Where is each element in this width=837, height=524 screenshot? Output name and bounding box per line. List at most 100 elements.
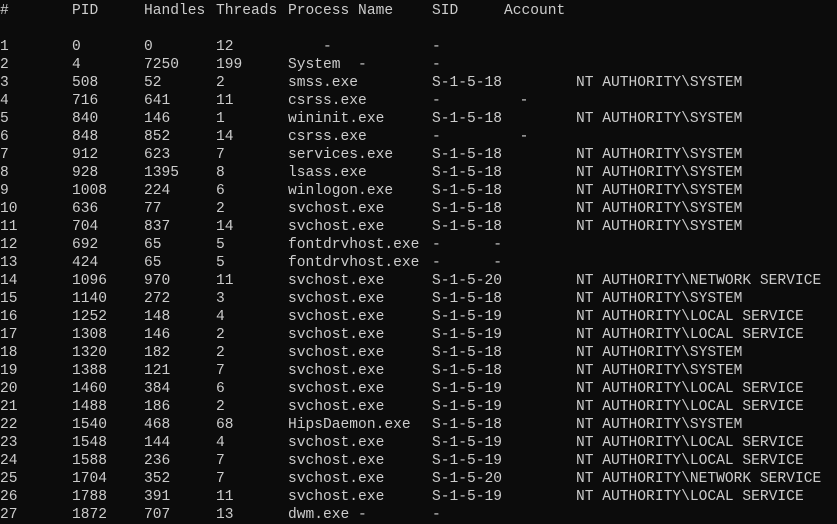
row-num: 18: [0, 345, 18, 361]
row-process-name: svchost.exe: [288, 363, 385, 379]
row-num: 1: [0, 39, 9, 55]
row-pid: 1488: [72, 399, 108, 415]
table-row: 1 0 0 12 - -: [0, 38, 837, 56]
table-row: 24 1588 236 7 svchost.exe S-1-5-19 NT AUTHORIT…: [0, 452, 837, 470]
row-threads: 4: [216, 309, 225, 325]
table-row: 9 1008 224 6 winlogon.exe S-1-5-18 NT AUTHORIT…: [0, 182, 837, 200]
row-num: 22: [0, 417, 18, 433]
row-handles: 65: [144, 237, 162, 253]
row-pid: 1320: [72, 345, 108, 361]
row-handles: 837: [144, 219, 171, 235]
row-account: NT AUTHORITY\LOCAL SERVICE: [576, 453, 804, 469]
row-handles: 623: [144, 147, 171, 163]
row-handles: 224: [144, 183, 171, 199]
header-account: Account: [504, 3, 566, 19]
row-process-name: svchost.exe: [288, 471, 385, 487]
row-process-name: svchost.exe: [288, 399, 385, 415]
table-row: 12 692 65 5 fontdrvhost.exe - -: [0, 236, 837, 254]
row-threads: 2: [216, 327, 225, 343]
row-sid: S-1-5-18: [432, 363, 503, 379]
row-process-name: svchost.exe: [288, 309, 385, 325]
row-pid: 636: [72, 201, 99, 217]
row-num: 21: [0, 399, 18, 415]
row-sid: S-1-5-18: [432, 417, 503, 433]
row-pid: 1872: [72, 507, 108, 523]
row-sid: - -: [432, 129, 529, 145]
row-pid: 912: [72, 147, 99, 163]
row-sid: S-1-5-20: [432, 471, 503, 487]
row-threads: 7: [216, 363, 225, 379]
row-threads: 11: [216, 273, 234, 289]
row-process-name: svchost.exe: [288, 291, 385, 307]
row-handles: 272: [144, 291, 171, 307]
row-threads: 13: [216, 507, 234, 523]
row-handles: 146: [144, 111, 171, 127]
row-account: NT AUTHORITY\LOCAL SERVICE: [576, 309, 804, 325]
row-handles: 77: [144, 201, 162, 217]
row-process-name: svchost.exe: [288, 327, 385, 343]
row-account: NT AUTHORITY\SYSTEM: [576, 291, 743, 307]
row-pid: 1704: [72, 471, 108, 487]
row-process-name: winlogon.exe: [288, 183, 394, 199]
row-num: 20: [0, 381, 18, 397]
row-handles: 970: [144, 273, 171, 289]
row-handles: 391: [144, 489, 171, 505]
header-process-name: Process Name: [288, 3, 394, 19]
row-threads: 11: [216, 489, 234, 505]
row-num: 16: [0, 309, 18, 325]
row-pid: 928: [72, 165, 99, 181]
row-threads: 199: [216, 57, 243, 73]
row-pid: 1788: [72, 489, 108, 505]
row-threads: 8: [216, 165, 225, 181]
row-num: 23: [0, 435, 18, 451]
row-sid: S-1-5-18: [432, 291, 503, 307]
row-sid: S-1-5-19: [432, 399, 503, 415]
row-threads: 7: [216, 453, 225, 469]
row-handles: 121: [144, 363, 171, 379]
row-process-name: dwm.exe -: [288, 507, 367, 523]
row-threads: 7: [216, 471, 225, 487]
row-process-name: svchost.exe: [288, 201, 385, 217]
console-window[interactable]: # PID Handles Threads Process Name SID A…: [0, 0, 837, 523]
table-row: 5 840 146 1 wininit.exe S-1-5-18 NT AUTHORITY\…: [0, 110, 837, 128]
table-row: 23 1548 144 4 svchost.exe S-1-5-19 NT AUTHORIT…: [0, 434, 837, 452]
row-num: 3: [0, 75, 9, 91]
row-pid: 1008: [72, 183, 108, 199]
row-sid: S-1-5-18: [432, 345, 503, 361]
row-account: NT AUTHORITY\LOCAL SERVICE: [576, 381, 804, 397]
table-row: 26 1788 391 11 svchost.exe S-1-5-19 NT AUTHORI…: [0, 488, 837, 506]
row-process-name: csrss.exe: [288, 129, 367, 145]
row-process-name: svchost.exe: [288, 489, 385, 505]
row-account: NT AUTHORITY\LOCAL SERVICE: [576, 399, 804, 415]
row-threads: 3: [216, 291, 225, 307]
row-process-name: fontdrvhost.exe: [288, 237, 420, 253]
row-process-name: svchost.exe: [288, 219, 385, 235]
row-sid: S-1-5-18: [432, 201, 503, 217]
row-num: 7: [0, 147, 9, 163]
row-pid: 1096: [72, 273, 108, 289]
row-handles: 52: [144, 75, 162, 91]
row-threads: 5: [216, 237, 225, 253]
row-account: NT AUTHORITY\SYSTEM: [576, 219, 743, 235]
row-handles: 7250: [144, 57, 180, 73]
row-process-name: HipsDaemon.exe: [288, 417, 411, 433]
row-sid: S-1-5-19: [432, 489, 503, 505]
row-handles: 182: [144, 345, 171, 361]
row-handles: 0: [144, 39, 153, 55]
row-num: 8: [0, 165, 9, 181]
row-handles: 852: [144, 129, 171, 145]
row-sid: S-1-5-19: [432, 453, 503, 469]
row-num: 19: [0, 363, 18, 379]
row-pid: 0: [72, 39, 81, 55]
row-pid: 1388: [72, 363, 108, 379]
row-threads: 68: [216, 417, 234, 433]
row-sid: -: [432, 57, 441, 73]
row-pid: 692: [72, 237, 99, 253]
row-handles: 384: [144, 381, 171, 397]
table-row: 19 1388 121 7 svchost.exe S-1-5-18 NT AUTHORIT…: [0, 362, 837, 380]
row-handles: 236: [144, 453, 171, 469]
header-pid: PID: [72, 3, 99, 19]
row-threads: 14: [216, 129, 234, 145]
row-num: 24: [0, 453, 18, 469]
row-account: NT AUTHORITY\SYSTEM: [576, 345, 743, 361]
